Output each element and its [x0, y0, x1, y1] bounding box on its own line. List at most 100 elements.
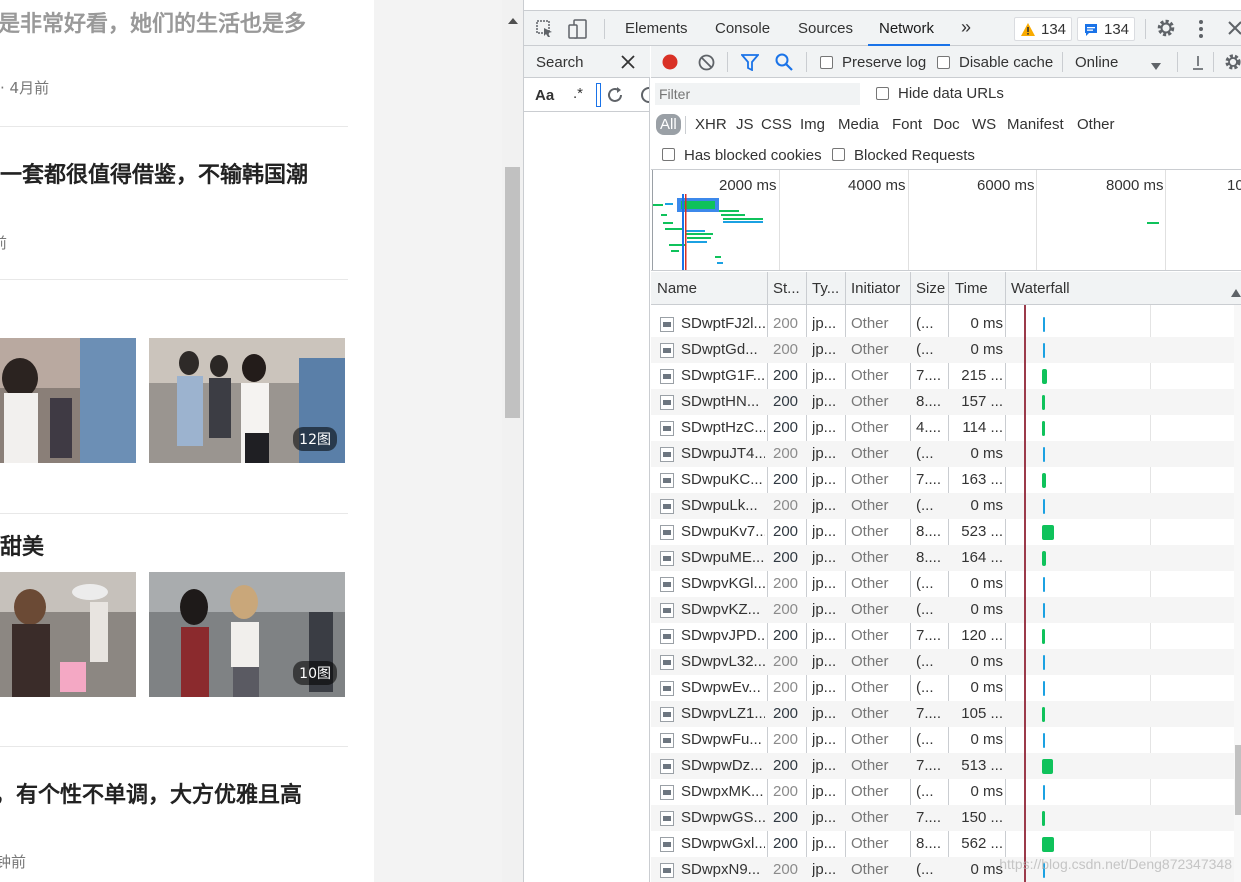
type-filter-xhr[interactable]: XHR	[695, 116, 727, 133]
type-filter-media[interactable]: Media	[838, 116, 879, 133]
table-row[interactable]: SDwpuKv7... 200 jp... Other 8.... 523 ...	[651, 519, 1234, 545]
type-filter-font[interactable]: Font	[892, 116, 922, 133]
network-overview[interactable]: 2000 ms 4000 ms 6000 ms 8000 ms 10	[651, 170, 1241, 271]
table-row[interactable]: SDwpvL32... 200 jp... Other (... 0 ms	[651, 649, 1234, 675]
request-type: jp...	[812, 731, 837, 748]
table-row[interactable]: SDwptG1F... 200 jp... Other 7.... 215 ...	[651, 363, 1234, 389]
close-devtools-icon[interactable]	[1227, 20, 1241, 39]
more-options-icon[interactable]	[1198, 19, 1204, 42]
article-title[interactable]: 甜美	[0, 529, 44, 561]
tab-sources[interactable]: Sources	[798, 20, 853, 37]
column-header-type[interactable]: Ty...	[812, 280, 839, 297]
article-image[interactable]	[0, 572, 136, 697]
toolbar-separator	[1213, 52, 1214, 72]
table-row[interactable]: SDwpwFu... 200 jp... Other (... 0 ms	[651, 727, 1234, 753]
sort-ascending-icon[interactable]	[1231, 284, 1241, 300]
table-row[interactable]: SDwpwGxl... 200 jp... Other 8.... 562 ...	[651, 831, 1234, 857]
tab-elements[interactable]: Elements	[625, 20, 688, 37]
search-input-cursor[interactable]	[596, 83, 601, 107]
table-row[interactable]: SDwpvJPD... 200 jp... Other 7.... 120 ...	[651, 623, 1234, 649]
type-filter-css[interactable]: CSS	[761, 116, 792, 133]
waterfall-bar	[1043, 447, 1045, 462]
has-blocked-cookies-checkbox[interactable]	[662, 148, 675, 161]
image-file-icon	[660, 473, 674, 488]
column-header-initiator[interactable]: Initiator	[851, 280, 900, 297]
table-row[interactable]: SDwptHN... 200 jp... Other 8.... 157 ...	[651, 389, 1234, 415]
has-blocked-cookies-label[interactable]: Has blocked cookies	[684, 147, 822, 164]
table-scrollbar-thumb[interactable]	[1235, 745, 1241, 815]
type-filter-all[interactable]: All	[656, 114, 681, 135]
warnings-count: 134	[1041, 21, 1067, 38]
scroll-up-arrow-icon[interactable]	[508, 18, 518, 24]
regex-button[interactable]: .*	[573, 85, 583, 102]
device-toolbar-icon[interactable]	[568, 19, 588, 42]
article-title[interactable]: 一套都很值得借鉴，不输韩国潮	[0, 157, 308, 189]
type-filter-other[interactable]: Other	[1077, 116, 1115, 133]
column-header-status[interactable]: St...	[773, 280, 800, 297]
type-filter-js[interactable]: JS	[736, 116, 754, 133]
preserve-log-label[interactable]: Preserve log	[842, 54, 926, 71]
blocked-requests-checkbox[interactable]	[832, 148, 845, 161]
record-icon[interactable]	[662, 54, 678, 73]
disable-cache-label[interactable]: Disable cache	[959, 54, 1053, 71]
column-header-name[interactable]: Name	[657, 280, 697, 297]
table-row[interactable]: SDwpvKGl... 200 jp... Other (... 0 ms	[651, 571, 1234, 597]
preserve-log-checkbox[interactable]	[820, 56, 833, 69]
waterfall-bar	[1042, 421, 1045, 436]
type-filter-doc[interactable]: Doc	[933, 116, 960, 133]
table-scrollbar[interactable]	[1234, 305, 1241, 882]
inspect-element-icon[interactable]	[536, 20, 554, 41]
settings-gear-icon[interactable]	[1156, 18, 1176, 41]
article-image[interactable]	[0, 338, 136, 463]
type-filter-ws[interactable]: WS	[972, 116, 996, 133]
waterfall-bar	[1042, 395, 1045, 410]
messages-counter[interactable]: 134	[1077, 17, 1136, 41]
match-case-button[interactable]: Aa	[535, 87, 554, 104]
tab-console[interactable]: Console	[715, 20, 770, 37]
disable-cache-checkbox[interactable]	[937, 56, 950, 69]
column-header-time[interactable]: Time	[955, 280, 988, 297]
table-row[interactable]: SDwptHzC... 200 jp... Other 4.... 114 ...	[651, 415, 1234, 441]
column-header-size[interactable]: Size	[916, 280, 945, 297]
hide-data-urls-checkbox[interactable]	[876, 87, 889, 100]
page-scrollbar-thumb[interactable]	[505, 167, 520, 418]
close-search-icon[interactable]	[621, 55, 635, 72]
table-row[interactable]: SDwpvKZ... 200 jp... Other (... 0 ms	[651, 597, 1234, 623]
request-name: SDwptHzC...	[681, 419, 765, 436]
clear-log-icon[interactable]	[698, 54, 715, 74]
dropdown-arrow-icon[interactable]	[1151, 58, 1161, 74]
article-image[interactable]: 12图	[149, 338, 345, 463]
article-title[interactable]: ，有个性不单调，大方优雅且高	[0, 777, 302, 809]
table-row[interactable]: SDwpxMK... 200 jp... Other (... 0 ms	[651, 779, 1234, 805]
blocked-requests-label[interactable]: Blocked Requests	[854, 147, 975, 164]
table-row[interactable]: SDwpuKC... 200 jp... Other 7.... 163 ...	[651, 467, 1234, 493]
table-row[interactable]: SDwpwGS... 200 jp... Other 7.... 150 ...	[651, 805, 1234, 831]
table-row[interactable]: SDwptGd... 200 jp... Other (... 0 ms	[651, 337, 1234, 363]
clear-search-icon[interactable]	[640, 86, 650, 107]
image-file-icon	[660, 863, 674, 878]
refresh-icon[interactable]	[606, 86, 624, 107]
filter-input[interactable]	[655, 83, 860, 105]
table-row[interactable]: SDwpvLZ1... 200 jp... Other 7.... 105 ...	[651, 701, 1234, 727]
table-row[interactable]: SDwpuJT4... 200 jp... Other (... 0 ms	[651, 441, 1234, 467]
hide-data-urls-label[interactable]: Hide data URLs	[898, 85, 1004, 102]
table-row[interactable]: SDwpwEv... 200 jp... Other (... 0 ms	[651, 675, 1234, 701]
table-row[interactable]: SDwpwDz... 200 jp... Other 7.... 513 ...	[651, 753, 1234, 779]
table-row[interactable]: SDwpuLk... 200 jp... Other (... 0 ms	[651, 493, 1234, 519]
filter-icon[interactable]	[740, 54, 760, 74]
table-row[interactable]: SDwpuME... 200 jp... Other 8.... 164 ...	[651, 545, 1234, 571]
article-title[interactable]: 是非常好看，她们的生活也是多	[0, 6, 306, 38]
table-row[interactable]: SDwptFJ2l... 200 jp... Other (... 0 ms	[651, 311, 1234, 337]
column-header-waterfall[interactable]: Waterfall	[1011, 280, 1070, 297]
network-settings-gear-icon[interactable]	[1224, 53, 1241, 74]
tab-network[interactable]: Network	[879, 20, 934, 37]
warnings-counter[interactable]: 134	[1014, 17, 1073, 41]
import-har-icon[interactable]	[1193, 54, 1203, 73]
throttling-select[interactable]: Online	[1075, 54, 1118, 71]
search-icon[interactable]	[775, 53, 793, 74]
article-image[interactable]: 10图	[149, 572, 345, 697]
type-filter-manifest[interactable]: Manifest	[1007, 116, 1064, 133]
more-tabs-button[interactable]: »	[961, 17, 971, 38]
type-filter-img[interactable]: Img	[800, 116, 825, 133]
page-scrollbar[interactable]	[502, 0, 523, 882]
